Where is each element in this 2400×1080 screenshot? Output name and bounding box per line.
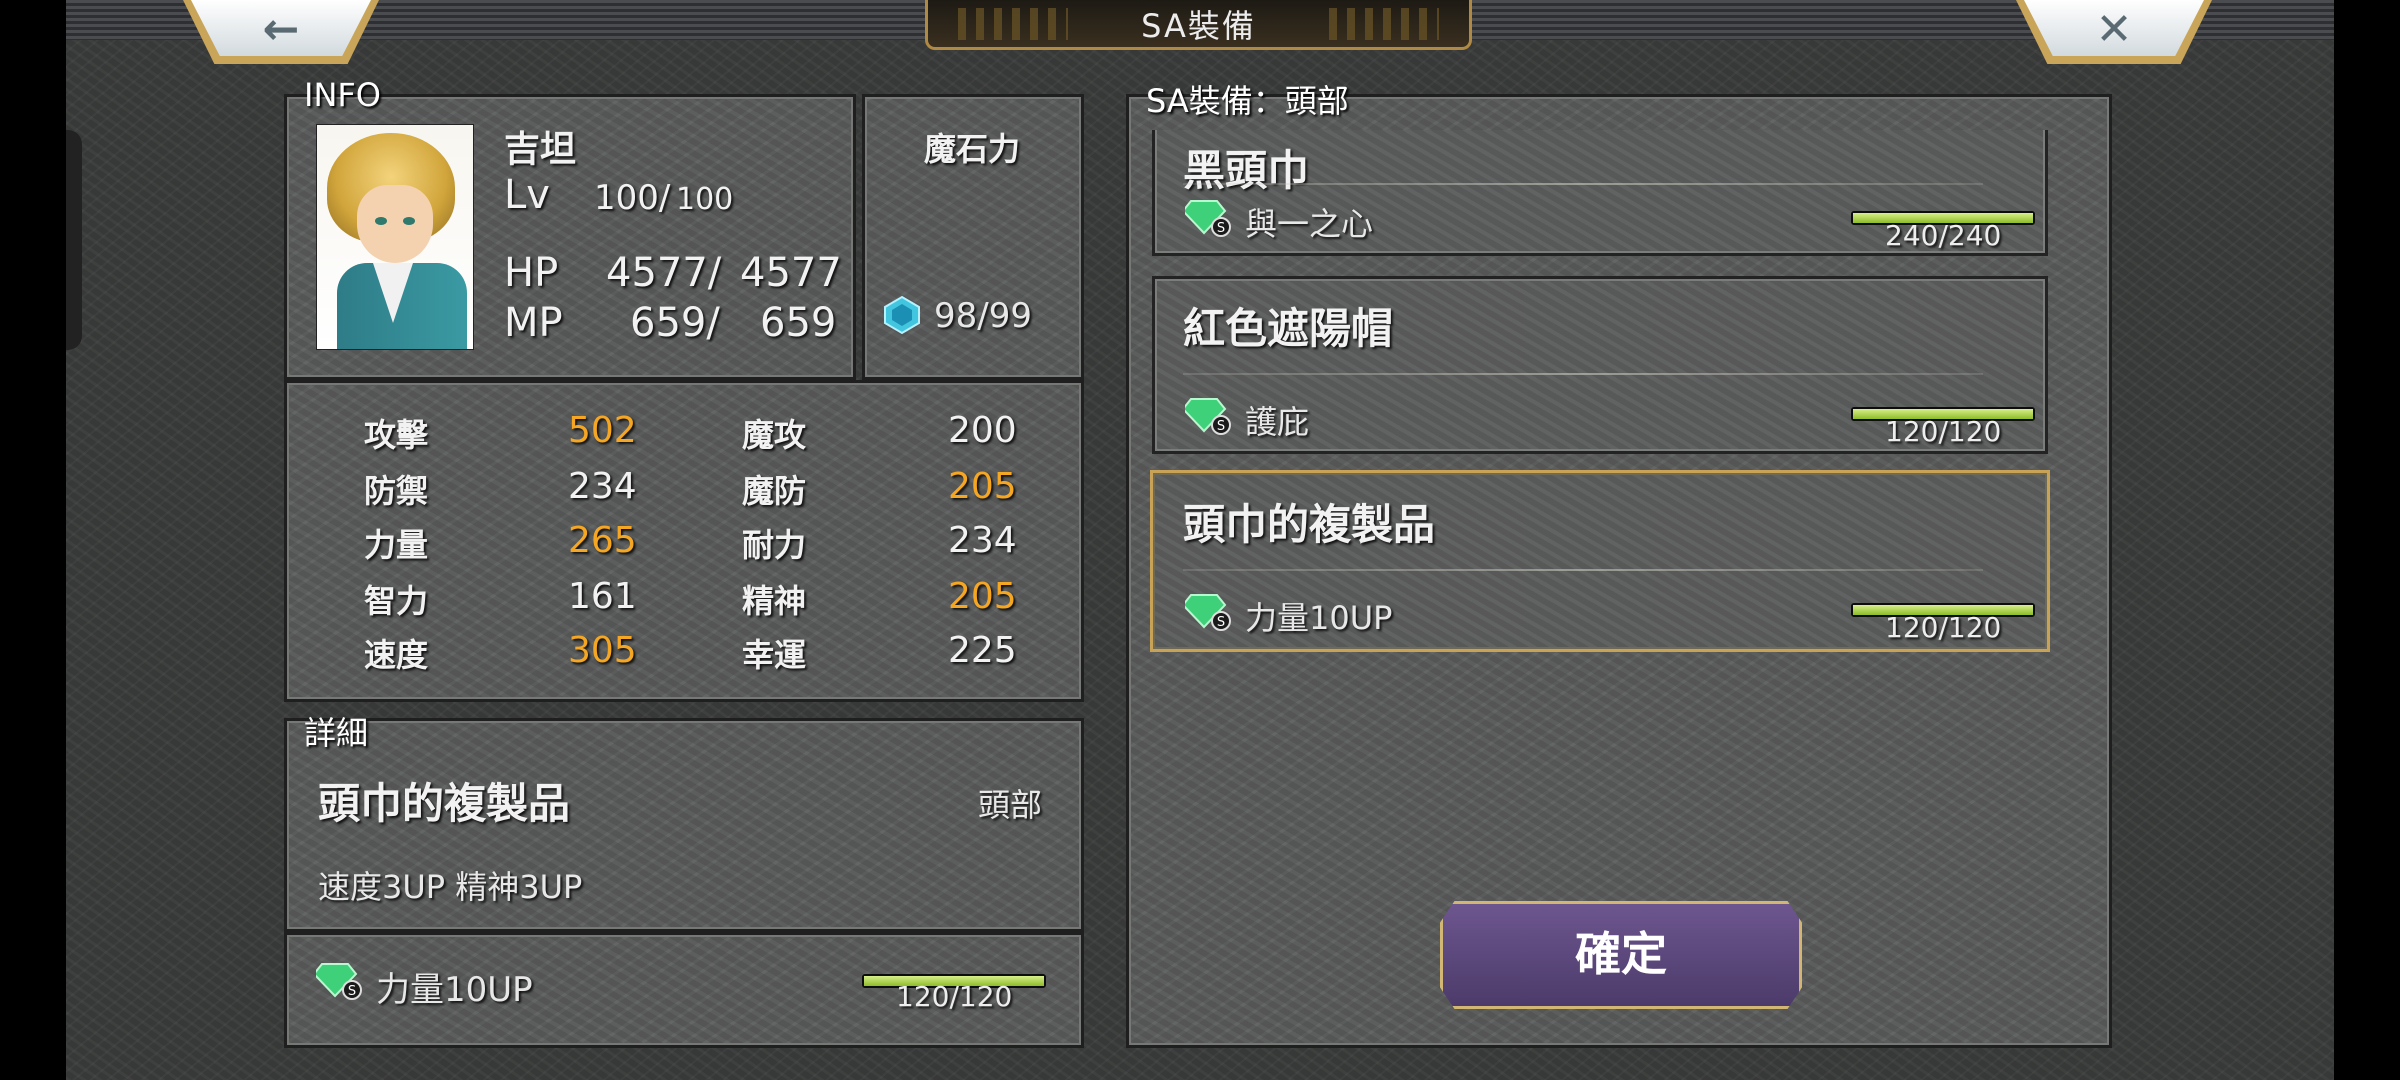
confirm-button-label: 確定 bbox=[1575, 927, 1667, 981]
equip-item-progress: 120/120 bbox=[1885, 415, 2002, 448]
support-ability-gem-icon: S bbox=[1185, 398, 1231, 435]
stat-label-defense: 防禦 bbox=[364, 472, 429, 510]
svg-text:S: S bbox=[1217, 615, 1225, 630]
equip-item[interactable]: 黑頭巾 S 與一之心 240/240 bbox=[1152, 130, 2048, 256]
detail-effect: 速度3UP 精神3UP bbox=[318, 868, 583, 906]
magicite-value: 98/99 bbox=[934, 296, 1032, 336]
equip-item-selected[interactable]: 頭巾的複製品 S 力量10UP 120/120 bbox=[1150, 470, 2050, 652]
svg-text:S: S bbox=[1217, 221, 1225, 236]
stat-label-stamina: 耐力 bbox=[742, 526, 807, 564]
stat-value-defense: 234 bbox=[568, 466, 637, 507]
detail-ability-name: 力量10UP bbox=[376, 970, 533, 1010]
equip-item-progress: 120/120 bbox=[1885, 611, 2002, 644]
equip-list-viewport[interactable]: 黑頭巾 S 與一之心 240/240 紅色遮陽帽 S 護庇 120/120 頭巾… bbox=[1150, 130, 2050, 670]
svg-text:S: S bbox=[348, 984, 356, 999]
support-ability-gem-icon: S bbox=[316, 963, 362, 1000]
stat-label-attack: 攻擊 bbox=[364, 416, 429, 454]
level-value: 100/ bbox=[594, 178, 671, 218]
stat-value-strength: 265 bbox=[568, 520, 637, 561]
back-button[interactable]: ← bbox=[183, 0, 379, 64]
side-handle bbox=[66, 130, 82, 350]
equip-item-progress: 240/240 bbox=[1885, 219, 2002, 252]
equip-item-name: 紅色遮陽帽 bbox=[1183, 304, 1394, 353]
character-name: 吉坦 bbox=[504, 128, 577, 170]
magicite-label: 魔石力 bbox=[924, 130, 1021, 168]
stat-label-speed: 速度 bbox=[364, 636, 429, 674]
detail-slot: 頭部 bbox=[978, 786, 1043, 824]
back-arrow-icon: ← bbox=[191, 0, 371, 56]
svg-text:S: S bbox=[1217, 419, 1225, 434]
mp-label: MP bbox=[504, 300, 563, 346]
mp-value: 659/ bbox=[630, 300, 720, 346]
support-ability-gem-icon: S bbox=[1185, 594, 1231, 631]
magicite-crystal-icon bbox=[884, 295, 920, 335]
stat-label-intellect: 智力 bbox=[364, 582, 429, 620]
stat-value-speed: 305 bbox=[568, 630, 637, 671]
title-ornament-left bbox=[958, 8, 1068, 40]
close-button[interactable]: ✕ bbox=[2016, 0, 2212, 64]
stat-label-strength: 力量 bbox=[364, 526, 429, 564]
stat-value-luck: 225 bbox=[948, 630, 1017, 671]
hp-label: HP bbox=[504, 250, 559, 296]
stat-label-spirit: 精神 bbox=[742, 582, 807, 620]
stat-value-spirit: 205 bbox=[948, 576, 1017, 617]
stat-value-magic: 200 bbox=[948, 410, 1017, 451]
screen-title-bar: SA裝備 bbox=[925, 0, 1472, 50]
detail-section-label: 詳細 bbox=[304, 714, 369, 752]
stat-value-attack: 502 bbox=[568, 410, 637, 451]
stat-value-spirit-defense: 205 bbox=[948, 466, 1017, 507]
stat-value-intellect: 161 bbox=[568, 576, 637, 617]
equip-item-name: 頭巾的複製品 bbox=[1183, 500, 1436, 549]
stat-label-magic: 魔攻 bbox=[742, 416, 807, 454]
info-section-label: INFO bbox=[304, 76, 381, 114]
support-ability-gem-icon: S bbox=[1185, 200, 1231, 237]
level-max: 100 bbox=[676, 182, 734, 217]
level-label: Lv bbox=[504, 172, 550, 218]
character-portrait bbox=[316, 124, 474, 350]
equip-item-ability: 與一之心 bbox=[1245, 205, 1374, 243]
stat-value-stamina: 234 bbox=[948, 520, 1017, 561]
hp-max: 4577 bbox=[740, 250, 842, 296]
stat-label-luck: 幸運 bbox=[742, 636, 807, 674]
equip-item-ability: 力量10UP bbox=[1245, 599, 1393, 637]
equip-item[interactable]: 紅色遮陽帽 S 護庇 120/120 bbox=[1152, 276, 2048, 454]
equip-item-name: 黑頭巾 bbox=[1183, 146, 1310, 195]
stat-label-spirit-defense: 魔防 bbox=[742, 472, 807, 510]
detail-ability-progress: 120/120 bbox=[896, 980, 1013, 1013]
mp-max: 659 bbox=[760, 300, 837, 346]
equip-item-ability: 護庇 bbox=[1245, 403, 1310, 441]
close-icon: ✕ bbox=[2024, 0, 2204, 56]
confirm-button[interactable]: 確定 bbox=[1440, 901, 1802, 1009]
hp-value: 4577/ bbox=[606, 250, 722, 296]
title-ornament-right bbox=[1329, 8, 1439, 40]
equip-list-section-label: SA裝備：頭部 bbox=[1146, 82, 1349, 120]
detail-item-name: 頭巾的複製品 bbox=[318, 779, 571, 828]
screen-title: SA裝備 bbox=[1141, 7, 1256, 45]
